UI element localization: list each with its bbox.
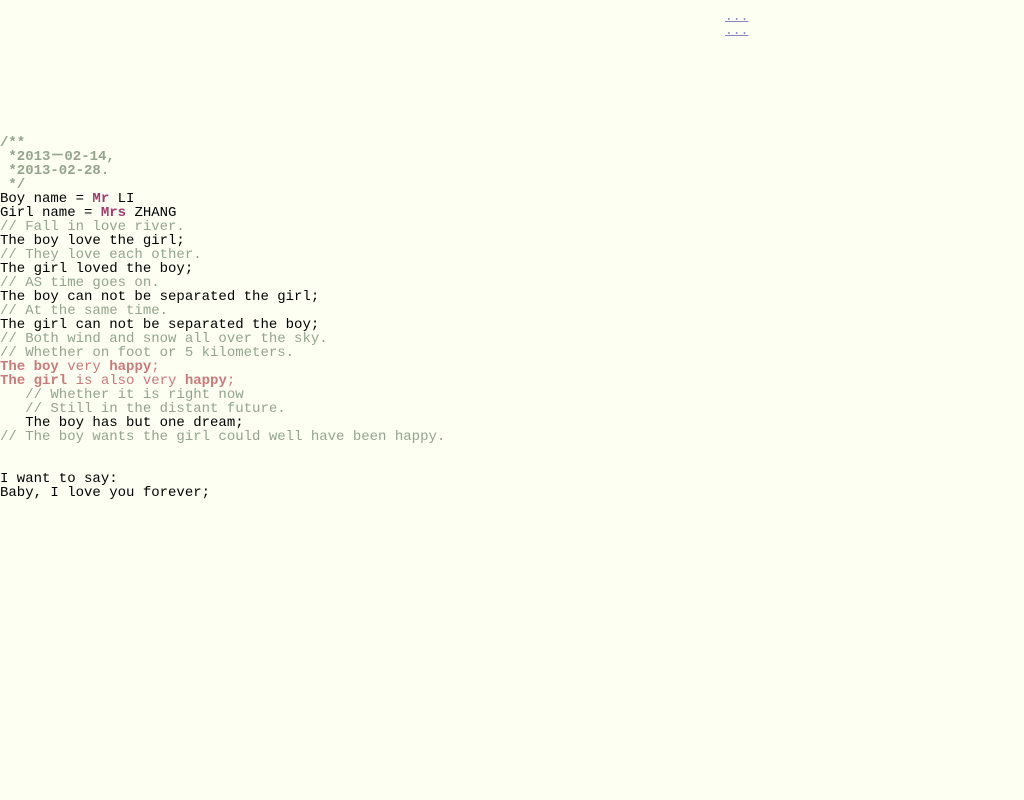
footer-block: I want to say: Baby, I love you forever; [0, 458, 210, 500]
comment-boy-wants: // The boy wants the girl could well hav… [0, 429, 445, 445]
link-a[interactable]: ... [725, 10, 765, 24]
top-links: ... ... [725, 10, 765, 38]
footer-line2: Baby, I love you forever; [0, 485, 210, 501]
poem-block: /** *2013－02-14, *2013-02-28. */ Boy nam… [0, 122, 445, 444]
link-b[interactable]: ... [725, 24, 765, 38]
